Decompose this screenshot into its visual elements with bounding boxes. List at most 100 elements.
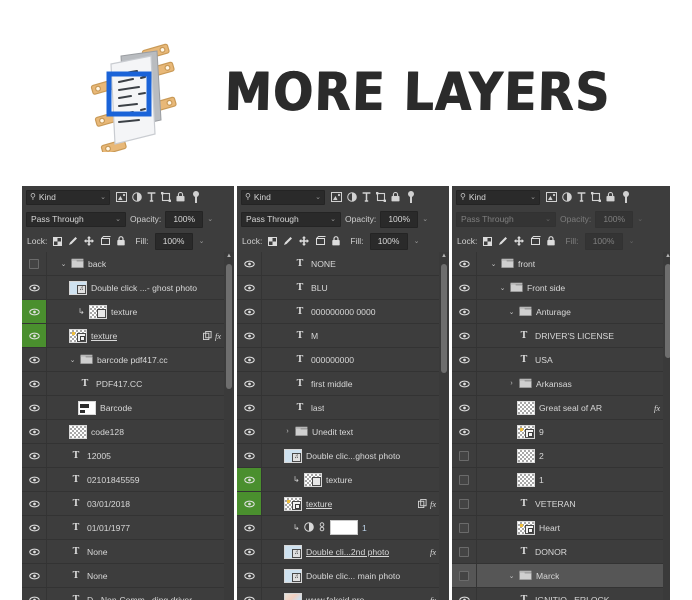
layer-visibility-cell[interactable] [237, 324, 261, 347]
layer-row-body[interactable]: 9 [477, 420, 670, 443]
layer-visibility-toggle[interactable] [458, 423, 470, 441]
layer-effects-icon[interactable]: fx [430, 547, 436, 557]
layer-row-body[interactable]: T D - Non-Comm...ding driver [47, 588, 234, 600]
layer-visibility-toggle[interactable] [28, 495, 40, 513]
scrollbar-thumb[interactable] [665, 264, 670, 358]
layer-row[interactable]: texturefx⌄ [237, 492, 449, 516]
lock-artboard-icon[interactable] [530, 236, 541, 246]
chevron-down-icon[interactable]: ⌄ [115, 215, 121, 223]
layer-row-body[interactable]: 2 [477, 444, 670, 467]
fill-value[interactable]: 100% [369, 232, 408, 250]
chevron-down-icon[interactable]: ⌄ [545, 215, 551, 223]
layer-visibility-toggle[interactable] [458, 399, 470, 417]
lock-all-icon[interactable] [332, 236, 341, 246]
layer-visibility-cell[interactable] [22, 468, 46, 491]
layer-thumbnail[interactable] [517, 448, 535, 463]
layer-row[interactable]: 2 [452, 444, 670, 468]
layer-effects-icon[interactable]: fx [654, 403, 660, 413]
layer-row[interactable]: ♫ Double clic...ghost photo [237, 444, 449, 468]
opacity-value[interactable]: 100% [380, 210, 419, 228]
layer-visibility-toggle[interactable] [458, 327, 470, 345]
layer-visibility-toggle[interactable] [458, 255, 470, 273]
layer-row[interactable]: ↳ texture [237, 468, 449, 492]
layer-visibility-cell[interactable] [237, 564, 261, 587]
layer-row-body[interactable]: ↳ 1 [262, 516, 449, 539]
layer-row-body[interactable]: T DONOR [477, 540, 670, 563]
fill-value[interactable]: 100% [584, 232, 623, 250]
layer-row[interactable]: code128 [22, 420, 234, 444]
layer-visibility-cell[interactable] [22, 420, 46, 443]
layer-visibility-toggle[interactable] [243, 327, 255, 345]
layer-visibility-cell[interactable] [452, 372, 476, 395]
opacity-value[interactable]: 100% [165, 210, 204, 228]
layer-thumbnail[interactable] [284, 496, 302, 511]
layer-visibility-cell[interactable] [237, 516, 261, 539]
layer-visibility-cell[interactable] [22, 252, 46, 275]
type-layer-filter-icon[interactable] [362, 192, 371, 202]
layer-thumbnail[interactable] [517, 520, 535, 535]
layer-visibility-toggle[interactable] [243, 351, 255, 369]
chevron-down-icon[interactable]: ⌄ [315, 193, 321, 201]
layer-visibility-toggle[interactable] [458, 375, 470, 393]
group-expand-chevron[interactable]: ⌄ [69, 356, 76, 364]
lock-artboard-icon[interactable] [315, 236, 326, 246]
lock-transparent-pixels-icon[interactable] [53, 236, 63, 246]
layer-visibility-cell[interactable] [22, 444, 46, 467]
layer-visibility-toggle[interactable] [28, 351, 40, 369]
layer-row-body[interactable]: www.fakeid.profx⌄ [262, 588, 449, 600]
mask-link-icon[interactable] [318, 519, 326, 537]
layer-row-body[interactable]: TM [262, 324, 449, 347]
layer-row[interactable]: T PDF417.CC [22, 372, 234, 396]
lock-artboard-icon[interactable] [100, 236, 111, 246]
layer-thumbnail[interactable] [69, 328, 87, 343]
layer-row[interactable]: Tfirst middle [237, 372, 449, 396]
scrollbar-thumb[interactable] [226, 264, 232, 389]
layer-row-body[interactable]: ⌄ Anturage [477, 300, 670, 323]
adjustment-mask-thumbnail[interactable] [330, 520, 358, 535]
layer-row[interactable]: ⌄ front [452, 252, 670, 276]
layer-row-body[interactable]: Barcode [47, 396, 234, 419]
filter-toggle-icon[interactable] [193, 190, 200, 204]
layer-visibility-cell[interactable] [452, 420, 476, 443]
lock-transparent-pixels-icon[interactable] [483, 236, 493, 246]
pixel-layer-filter-icon[interactable] [331, 192, 342, 202]
layer-visibility-toggle[interactable] [243, 375, 255, 393]
group-expand-chevron[interactable]: ⌄ [60, 260, 67, 268]
layer-visibility-cell[interactable] [237, 492, 261, 515]
layer-thumbnail[interactable] [284, 592, 302, 600]
layer-row-body[interactable]: T PDF417.CC [47, 372, 234, 395]
layer-effects-icon[interactable]: fx [215, 331, 221, 341]
layer-visibility-toggle[interactable] [28, 447, 40, 465]
type-layer-filter-icon[interactable] [577, 192, 586, 202]
layer-row-body[interactable]: Great seal of ARfx⌄ [477, 396, 670, 419]
layer-visibility-toggle[interactable] [243, 279, 255, 297]
layer-visibility-toggle[interactable] [459, 546, 469, 557]
layer-row[interactable]: T 03/01/2018 [22, 492, 234, 516]
layer-row[interactable]: T 000000000 0000 [237, 300, 449, 324]
lock-position-icon[interactable] [299, 236, 310, 246]
lock-position-icon[interactable] [84, 236, 95, 246]
scroll-up-arrow[interactable]: ▲ [663, 252, 670, 261]
lock-image-pixels-icon[interactable] [283, 236, 293, 246]
layer-visibility-toggle[interactable] [28, 279, 40, 297]
layer-row[interactable]: Tlast [237, 396, 449, 420]
layer-row[interactable]: texturefx⌄ [22, 324, 234, 348]
layer-row[interactable]: ↳ 1 [237, 516, 449, 540]
fill-value[interactable]: 100% [154, 232, 193, 250]
layer-visibility-toggle[interactable] [459, 450, 469, 461]
layer-row-body[interactable]: T USA [477, 348, 670, 371]
chevron-down-icon[interactable]: ⌄ [530, 193, 536, 201]
layer-visibility-toggle[interactable] [243, 543, 255, 561]
layer-row[interactable]: ⌄ Marck [452, 564, 670, 588]
layer-thumbnail[interactable]: ♫ [284, 544, 302, 559]
layer-visibility-toggle[interactable] [28, 543, 40, 561]
layer-visibility-toggle[interactable] [243, 591, 255, 600]
layer-row-body[interactable]: Tlast [262, 396, 449, 419]
layer-row-body[interactable]: T None [47, 540, 234, 563]
layer-visibility-toggle[interactable] [28, 567, 40, 585]
lock-image-pixels-icon[interactable] [68, 236, 78, 246]
lock-all-icon[interactable] [547, 236, 556, 246]
layer-row[interactable]: ⌄ back [22, 252, 234, 276]
layer-visibility-cell[interactable] [452, 516, 476, 539]
layer-visibility-toggle[interactable] [243, 447, 255, 465]
